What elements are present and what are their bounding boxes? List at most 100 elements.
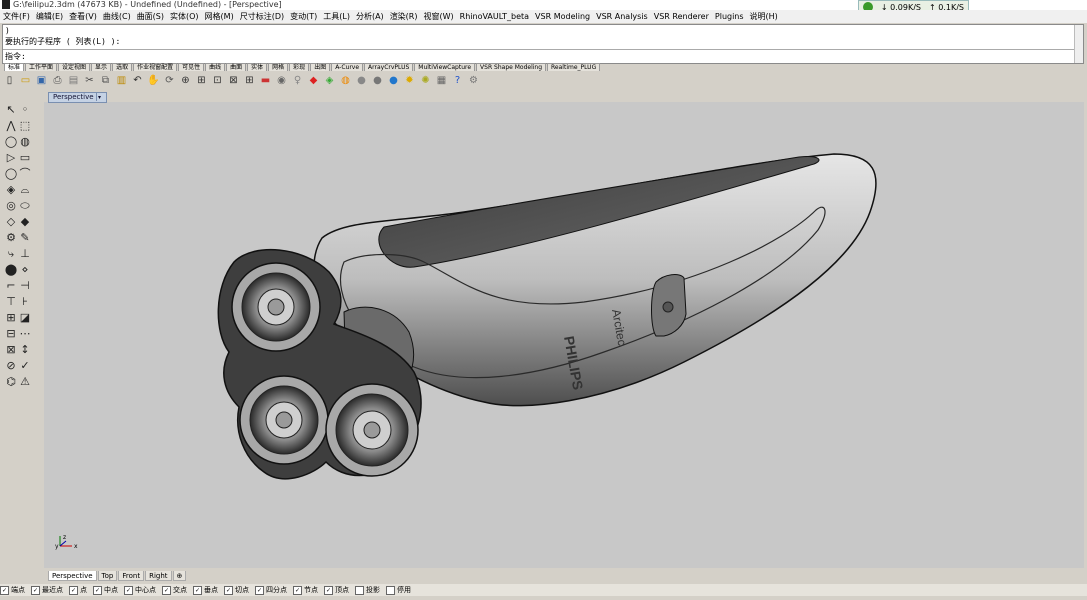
rectangle-icon[interactable]: ▭ bbox=[18, 151, 32, 165]
polyline-icon[interactable]: ⋀ bbox=[4, 119, 18, 133]
options-icon[interactable]: ▦ bbox=[434, 73, 449, 88]
arc-icon[interactable]: ⌒ bbox=[18, 167, 32, 181]
circle-center-icon[interactable]: ◍ bbox=[18, 135, 32, 149]
curve-fillet-icon[interactable]: ⤷ bbox=[4, 247, 18, 261]
toolbar-tab[interactable]: 曲线 bbox=[205, 63, 226, 71]
view-tab[interactable]: Front bbox=[118, 571, 145, 581]
osnap-option[interactable]: 投影 bbox=[355, 585, 380, 595]
osnap-checkbox[interactable]: ✓ bbox=[31, 585, 40, 595]
osnap-option[interactable]: ✓ 节点 bbox=[293, 585, 318, 595]
menu-item[interactable]: 查看(V) bbox=[66, 10, 100, 23]
menu-item[interactable]: 实体(O) bbox=[167, 10, 202, 23]
cut-icon[interactable]: ✂ bbox=[82, 73, 97, 88]
print-icon[interactable]: ⎙ bbox=[50, 73, 65, 88]
menu-item[interactable]: 网格(M) bbox=[202, 10, 237, 23]
pan-icon[interactable]: ✋ bbox=[146, 73, 161, 88]
group-icon[interactable]: ◪ bbox=[18, 311, 32, 325]
view-tab[interactable]: ⊕ bbox=[172, 571, 187, 581]
rectangle-select-icon[interactable]: ⬚ bbox=[18, 119, 32, 133]
osnap-checkbox[interactable]: ✓ bbox=[224, 585, 233, 595]
edit-icon[interactable]: ✎ bbox=[18, 231, 32, 245]
triangle-icon[interactable]: ▷ bbox=[4, 151, 18, 165]
toolbar-tab[interactable]: 曲面 bbox=[226, 63, 247, 71]
settings-icon[interactable]: ⚙ bbox=[466, 73, 481, 88]
toolbar-tab[interactable]: 实体 bbox=[247, 63, 268, 71]
toolbar-tab[interactable]: 彩现 bbox=[289, 63, 310, 71]
menu-item[interactable]: 分析(A) bbox=[353, 10, 387, 23]
join-icon[interactable]: ⊦ bbox=[18, 295, 32, 309]
osnap-checkbox[interactable]: ✓ bbox=[162, 585, 171, 595]
solid-icon[interactable]: ◎ bbox=[4, 199, 18, 213]
osnap-checkbox[interactable]: ✓ bbox=[0, 585, 9, 595]
fillet-icon[interactable]: ⌐ bbox=[4, 279, 18, 293]
mesh-icon[interactable]: ⊟ bbox=[4, 327, 18, 341]
osnap-checkbox[interactable]: ✓ bbox=[93, 585, 102, 595]
view-tab[interactable]: Right bbox=[145, 571, 172, 581]
circle-icon[interactable]: ◯ bbox=[4, 135, 18, 149]
osnap-checkbox[interactable]: ✓ bbox=[255, 585, 264, 595]
osnap-checkbox[interactable]: ✓ bbox=[69, 585, 78, 595]
osnap-option[interactable]: ✓ 点 bbox=[69, 585, 87, 595]
zoom-icon[interactable]: ⊕ bbox=[178, 73, 193, 88]
menu-item[interactable]: 文件(F) bbox=[0, 10, 33, 23]
menu-item[interactable]: Plugins bbox=[712, 10, 747, 23]
osnap-checkbox[interactable]: ✓ bbox=[293, 585, 302, 595]
light-icon[interactable]: ♀ bbox=[290, 73, 305, 88]
rotate-view-icon[interactable]: ⟳ bbox=[162, 73, 177, 88]
menu-item[interactable]: 视窗(W) bbox=[421, 10, 457, 23]
toolbar-tab[interactable]: 出图 bbox=[310, 63, 331, 71]
open-icon[interactable]: ▭ bbox=[18, 73, 33, 88]
menu-item[interactable]: 工具(L) bbox=[320, 10, 353, 23]
osnap-option[interactable]: ✓ 端点 bbox=[0, 585, 25, 595]
osnap-option[interactable]: ✓ 垂点 bbox=[193, 585, 218, 595]
trim-icon[interactable]: ⊣ bbox=[18, 279, 32, 293]
toolbar-tab[interactable]: 显示 bbox=[91, 63, 112, 71]
sphere-shaded-icon[interactable]: ● bbox=[354, 73, 369, 88]
osnap-checkbox[interactable] bbox=[386, 585, 395, 595]
boolean-icon[interactable]: ◇ bbox=[4, 215, 18, 229]
vertex-icon[interactable]: ⋄ bbox=[18, 263, 32, 277]
transform-icon[interactable]: ⚙ bbox=[4, 231, 18, 245]
view-tab[interactable]: Perspective bbox=[48, 571, 97, 581]
menu-item[interactable]: 曲线(C) bbox=[100, 10, 134, 23]
extrude-icon[interactable]: ⬭ bbox=[18, 199, 32, 213]
hide-icon[interactable]: ⊘ bbox=[4, 359, 18, 373]
camera-icon[interactable]: ◉ bbox=[274, 73, 289, 88]
import-icon[interactable]: ▤ bbox=[66, 73, 81, 88]
menu-item[interactable]: 曲面(S) bbox=[134, 10, 167, 23]
ellipse-icon[interactable]: ◯ bbox=[4, 167, 18, 181]
osnap-checkbox[interactable] bbox=[355, 585, 364, 595]
render-icon[interactable]: ◈ bbox=[322, 73, 337, 88]
toolbar-tab[interactable]: ArrayCrvPLUS bbox=[364, 63, 414, 71]
menu-item[interactable]: RhinoVAULT_beta bbox=[457, 10, 532, 23]
osnap-option[interactable]: 停用 bbox=[386, 585, 411, 595]
copy-icon[interactable]: ⧉ bbox=[98, 73, 113, 88]
sphere-icon[interactable]: ⬤ bbox=[4, 263, 18, 277]
new-icon[interactable]: ▯ bbox=[2, 73, 17, 88]
menu-item[interactable]: 说明(H) bbox=[747, 10, 781, 23]
osnap-checkbox[interactable]: ✓ bbox=[124, 585, 133, 595]
menu-item[interactable]: 编辑(E) bbox=[33, 10, 66, 23]
view-tab[interactable]: Top bbox=[97, 571, 118, 581]
osnap-option[interactable]: ✓ 最近点 bbox=[31, 585, 63, 595]
osnap-option[interactable]: ✓ 四分点 bbox=[255, 585, 287, 595]
paste-icon[interactable]: ▥ bbox=[114, 73, 129, 88]
loft-icon[interactable]: ⌓ bbox=[18, 183, 32, 197]
dimension-icon[interactable]: ⊤ bbox=[4, 295, 18, 309]
four-views-icon[interactable]: ⊞ bbox=[242, 73, 257, 88]
analysis-icon[interactable]: ⌬ bbox=[4, 375, 18, 389]
toolbar-tab[interactable]: 网格 bbox=[268, 63, 289, 71]
toolbar-tab[interactable]: 工作平面 bbox=[25, 63, 58, 71]
osnap-checkbox[interactable]: ✓ bbox=[193, 585, 202, 595]
check-icon[interactable]: ✓ bbox=[18, 359, 32, 373]
help-icon[interactable]: ? bbox=[450, 73, 465, 88]
osnap-option[interactable]: ✓ 切点 bbox=[224, 585, 249, 595]
menu-item[interactable]: VSR Renderer bbox=[651, 10, 712, 23]
boolean-union-icon[interactable]: ◆ bbox=[18, 215, 32, 229]
menu-item[interactable]: 变动(T) bbox=[287, 10, 320, 23]
osnap-option[interactable]: ✓ 顶点 bbox=[324, 585, 349, 595]
viewport-title-tab[interactable]: Perspective ▾ bbox=[48, 92, 107, 103]
command-input[interactable]: 指令: bbox=[3, 49, 1077, 62]
toolbar-tab[interactable]: MultiViewCapture bbox=[414, 63, 476, 71]
osnap-checkbox[interactable]: ✓ bbox=[324, 585, 333, 595]
